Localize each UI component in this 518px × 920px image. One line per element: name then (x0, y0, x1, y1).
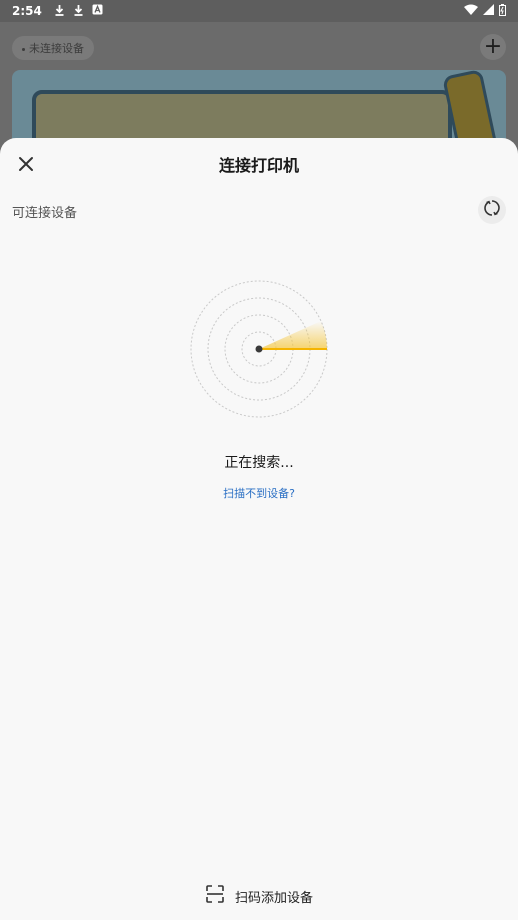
add-device-button: + (480, 34, 506, 60)
device-status-text: 未连接设备 (29, 42, 84, 55)
scan-add-label: 扫码添加设备 (234, 890, 313, 906)
scan-add-device-button[interactable]: 扫码添加设备 (0, 884, 518, 908)
battery-icon (499, 3, 506, 19)
signal-icon (483, 4, 494, 18)
available-devices-label: 可连接设备 (12, 206, 78, 221)
device-status-chip: 未连接设备 (12, 36, 94, 60)
download-icon (73, 4, 84, 19)
scan-icon (205, 884, 225, 908)
refresh-icon (483, 199, 501, 221)
plus-icon: + (483, 34, 503, 59)
download-icon (54, 4, 65, 19)
sheet-title: 连接打印机 (218, 156, 299, 175)
refresh-button[interactable] (478, 196, 506, 224)
connect-printer-sheet: 连接打印机 可连接设备 正在搜索... 扫描不到设备? 扫码添加设备 (0, 138, 518, 920)
cant-find-device-link[interactable]: 扫描不到设备? (0, 485, 518, 501)
status-bar: 2:54 (0, 0, 518, 22)
search-radar (189, 279, 329, 419)
search-status-text: 正在搜索... (224, 455, 294, 471)
app-notification-icon (92, 4, 103, 18)
wifi-icon (464, 4, 478, 18)
status-time: 2:54 (12, 4, 42, 18)
